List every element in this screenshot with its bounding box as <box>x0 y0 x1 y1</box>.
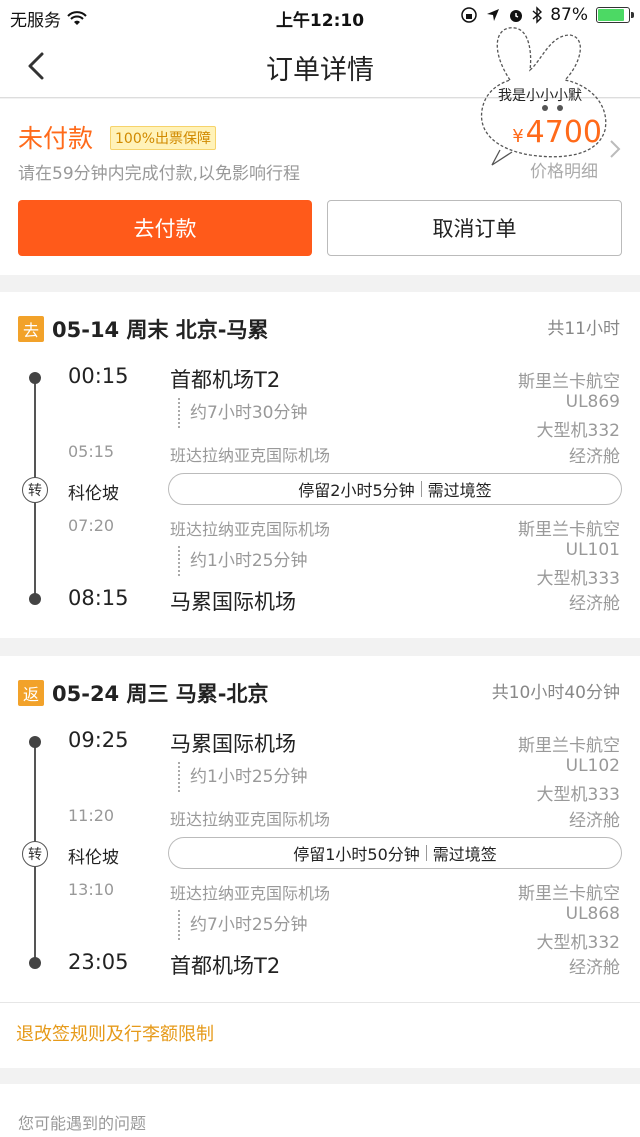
airline: 斯里兰卡航空 <box>518 736 620 756</box>
airline: 斯里兰卡航空 <box>518 520 620 540</box>
layover-pill: 停留1小时50分钟 需过境签 <box>168 837 622 869</box>
arrival-time: 08:15 <box>68 586 129 610</box>
cabin-class: 经济舱 <box>569 447 620 467</box>
outbound-segment: 去 05-14 周末 北京-马累 共11小时 转 00:15 首都机场T2 约7… <box>0 292 640 638</box>
departure-airport: 首都机场T2 <box>170 368 281 392</box>
arrival-airport: 班达拉纳亚克国际机场 <box>170 446 331 465</box>
return-total-duration: 共10小时40分钟 <box>491 683 620 703</box>
transfer-city: 科伦坡 <box>68 848 119 868</box>
timeline-dot <box>29 736 41 748</box>
cancel-order-button[interactable]: 取消订单 <box>327 200 622 256</box>
return-badge: 返 <box>18 680 44 706</box>
return-route: 05-24 周三 马累-北京 <box>52 682 269 706</box>
cabin-class: 经济舱 <box>569 811 620 831</box>
chevron-right-icon[interactable] <box>608 137 622 161</box>
layover-duration: 停留2小时5分钟 <box>298 481 415 500</box>
cabin-class: 经济舱 <box>569 594 620 614</box>
outbound-route: 05-14 周末 北京-马累 <box>52 318 269 342</box>
cabin-class: 经济舱 <box>569 958 620 978</box>
payment-status: 未付款 <box>18 124 94 153</box>
arrival-time: 11:20 <box>68 806 115 825</box>
bluetooth-icon <box>532 6 543 24</box>
battery-icon <box>596 7 634 23</box>
flight-duration: 约7小时25分钟 <box>178 910 307 940</box>
flight-number: UL868 <box>565 904 620 924</box>
guarantee-badge: 100%出票保障 <box>110 126 217 150</box>
flight-duration: 约1小时25分钟 <box>178 762 307 792</box>
status-bar: 无服务 上午12:10 87% <box>0 0 640 34</box>
timeline-dot <box>29 372 41 384</box>
total-price[interactable]: ¥4700 <box>512 115 602 150</box>
flight-number: UL869 <box>565 392 620 412</box>
airline: 斯里兰卡航空 <box>518 884 620 904</box>
arrival-time: 23:05 <box>68 950 129 974</box>
arrival-airport: 马累国际机场 <box>170 590 296 614</box>
faq-section[interactable]: 您可能遇到的问题 <box>0 1084 640 1137</box>
alarm-icon <box>510 10 523 22</box>
flight-number: UL101 <box>565 540 620 560</box>
faq-title: 您可能遇到的问题 <box>18 1114 147 1133</box>
flight-number: UL102 <box>565 756 620 776</box>
divider <box>0 1002 640 1003</box>
flight-duration: 约7小时30分钟 <box>178 398 307 428</box>
aircraft-type: 大型机332 <box>536 933 620 953</box>
arrival-airport: 班达拉纳亚克国际机场 <box>170 810 331 829</box>
visa-note: 需过境签 <box>432 845 497 864</box>
order-summary: 未付款 100%出票保障 请在59分钟内完成付款,以免影响行程 ¥4700 价格… <box>0 99 640 275</box>
refund-rules-link[interactable]: 退改签规则及行李额限制 <box>16 1020 214 1046</box>
page-title: 订单详情 <box>266 55 374 86</box>
return-segment: 返 05-24 周三 马累-北京 共10小时40分钟 转 09:25 马累国际机… <box>0 656 640 1068</box>
departure-time: 00:15 <box>68 364 129 388</box>
transfer-icon: 转 <box>22 841 48 867</box>
transfer-city: 科伦坡 <box>68 484 119 504</box>
pay-button[interactable]: 去付款 <box>18 200 312 256</box>
timeline-dot <box>29 593 41 605</box>
arrival-time: 05:15 <box>68 442 115 461</box>
flight-duration: 约1小时25分钟 <box>178 546 307 576</box>
airline: 斯里兰卡航空 <box>518 372 620 392</box>
price-value: 4700 <box>525 115 602 150</box>
departure-time: 09:25 <box>68 728 129 752</box>
departure-time: 13:10 <box>68 880 115 899</box>
aircraft-type: 大型机333 <box>536 785 620 805</box>
doodle-label: 我是小小小默 <box>498 88 582 104</box>
visa-note: 需过境签 <box>427 481 492 500</box>
layover-pill: 停留2小时5分钟 需过境签 <box>168 473 622 505</box>
layover-duration: 停留1小时50分钟 <box>293 845 420 864</box>
outbound-total-duration: 共11小时 <box>547 319 620 339</box>
rotation-lock-icon <box>461 7 477 23</box>
aircraft-type: 大型机332 <box>536 421 620 441</box>
price-detail-link[interactable]: 价格明细 <box>530 157 598 182</box>
battery-percent: 87% <box>550 5 588 25</box>
arrival-airport: 首都机场T2 <box>170 954 281 978</box>
currency-symbol: ¥ <box>512 126 524 147</box>
transfer-icon: 转 <box>22 477 48 503</box>
outbound-badge: 去 <box>18 316 44 342</box>
departure-airport: 马累国际机场 <box>170 732 296 756</box>
timeline-dot <box>29 957 41 969</box>
aircraft-type: 大型机333 <box>536 569 620 589</box>
payment-hint: 请在59分钟内完成付款,以免影响行程 <box>18 164 301 184</box>
location-icon <box>487 9 500 21</box>
departure-time: 07:20 <box>68 516 115 535</box>
departure-airport: 班达拉纳亚克国际机场 <box>170 884 331 903</box>
departure-airport: 班达拉纳亚克国际机场 <box>170 520 331 539</box>
